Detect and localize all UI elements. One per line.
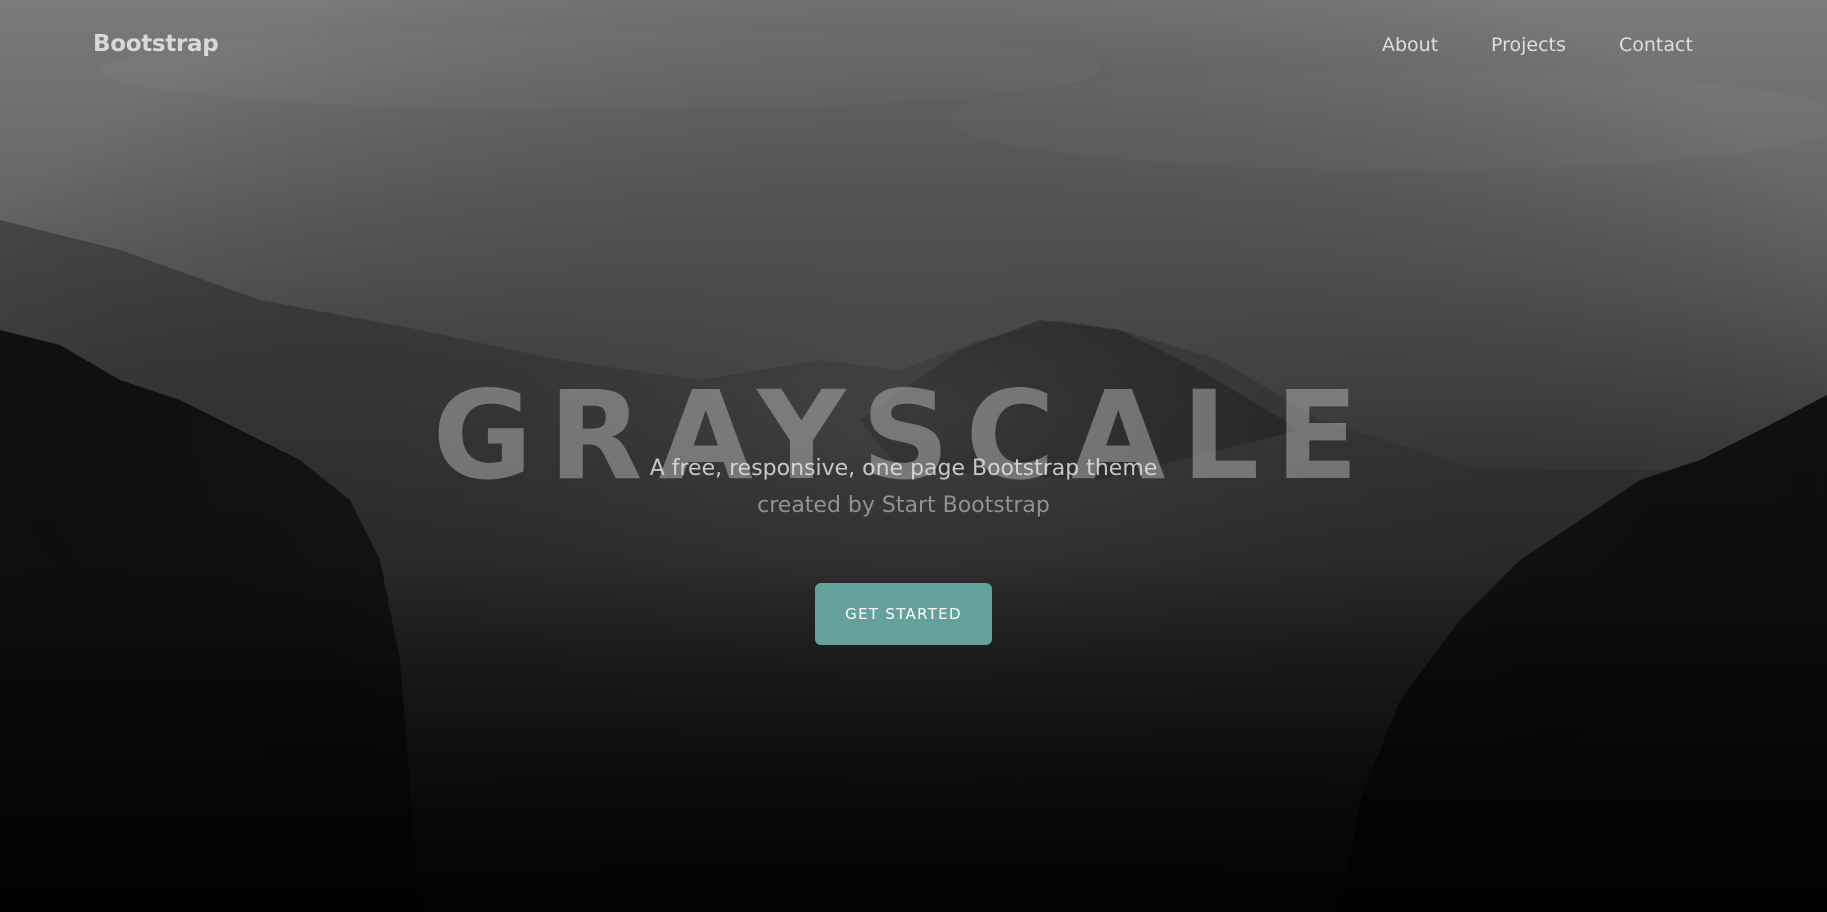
get-started-button[interactable]: GET STARTED xyxy=(815,583,992,645)
subtitle-line-2: created by Start Bootstrap xyxy=(757,493,1050,519)
nav-link-about[interactable]: About xyxy=(1382,34,1438,56)
masthead: Bootstrap About Projects Contact GRAYSCA… xyxy=(0,0,1827,912)
nav-link-contact[interactable]: Contact xyxy=(1619,34,1693,56)
nav-link-projects[interactable]: Projects xyxy=(1491,34,1566,56)
top-navbar: Bootstrap About Projects Contact xyxy=(0,0,1827,94)
brand-link[interactable]: Bootstrap xyxy=(93,31,219,57)
subtitle-line-1: A free, responsive, one page Bootstrap t… xyxy=(649,456,1158,481)
masthead-subtitle: A free, responsive, one page Bootstrap t… xyxy=(0,450,1807,525)
